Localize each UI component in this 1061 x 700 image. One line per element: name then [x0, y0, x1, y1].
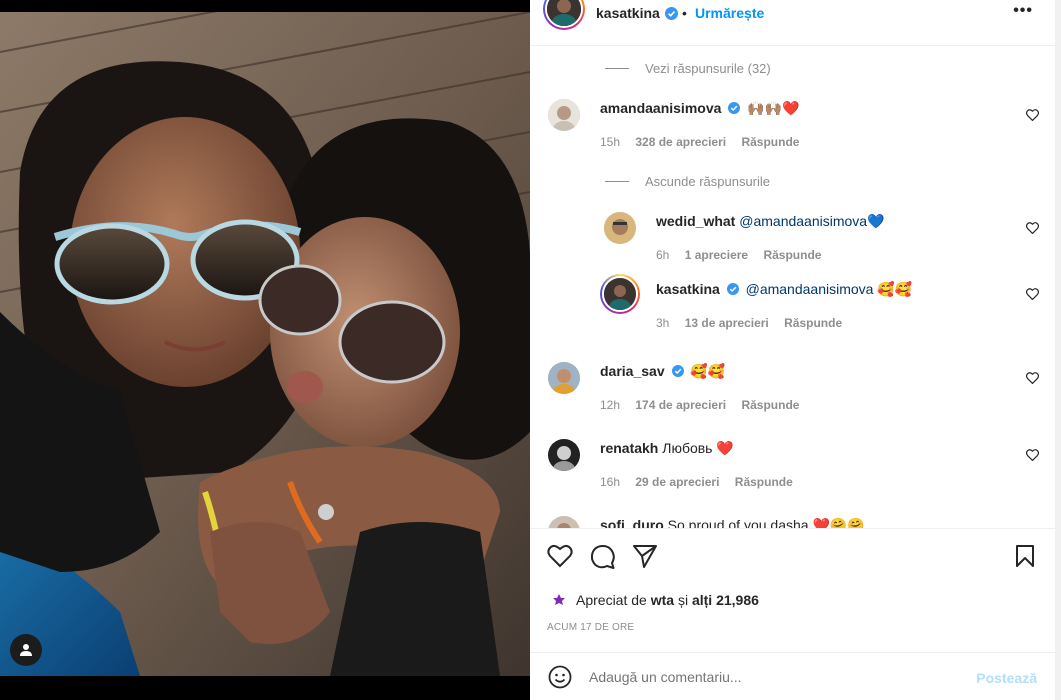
comment-meta: 6h 1 apreciere Răspunde — [656, 248, 833, 262]
avatar[interactable] — [548, 439, 580, 471]
comment-username[interactable]: wedid_what — [656, 213, 735, 229]
verified-badge-icon — [726, 283, 739, 295]
comment-mention[interactable]: @amandaanisimova — [746, 281, 874, 297]
comment-likes[interactable]: 29 de aprecieri — [635, 475, 719, 489]
comment-composer: Postează — [530, 653, 1061, 700]
like-comment-heart-icon[interactable] — [1026, 372, 1039, 384]
comment-username[interactable]: daria_sav — [600, 363, 665, 379]
comment-mention[interactable]: @amandaanisimova — [739, 213, 867, 229]
comment-meta: 12h 174 de aprecieri Răspunde — [600, 398, 811, 412]
comment-body: 💙 — [867, 213, 885, 229]
reply-button[interactable]: Răspunde — [741, 398, 799, 412]
comment-body: Любовь ❤️ — [662, 440, 734, 456]
reply-button[interactable]: Răspunde — [741, 135, 799, 149]
verified-badge-icon — [728, 102, 741, 114]
reply-button[interactable]: Răspunde — [763, 248, 821, 262]
comment-meta: 15h 328 de aprecieri Răspunde — [600, 135, 811, 149]
avatar[interactable] — [604, 212, 636, 244]
reply-button[interactable]: Răspunde — [784, 316, 842, 330]
comment-text: sofi_duro So proud of you dasha ❤️🤗🤗 — [600, 517, 865, 528]
like-comment-heart-icon[interactable] — [1026, 288, 1039, 300]
likes-summary: Apreciat de wta și alți 21,986 — [551, 592, 759, 608]
emoji-icon[interactable] — [548, 665, 572, 689]
comment-time[interactable]: 3h — [656, 316, 669, 330]
comment-item: amandaanisimova 🙌🏽🙌🏽❤️ 15h 328 de apreci… — [548, 99, 1043, 159]
comment-text: kasatkina @amandaanisimova 🥰🥰 — [656, 281, 912, 298]
comment-username[interactable]: kasatkina — [656, 281, 720, 297]
comment-meta: 16h 29 de aprecieri Răspunde — [600, 475, 805, 489]
comment-username[interactable]: renatakh — [600, 440, 658, 456]
post-comment-button[interactable]: Postează — [976, 670, 1037, 686]
user-tag-icon — [20, 644, 32, 656]
comment-item: renatakh Любовь ❤️ 16h 29 de aprecieri R… — [548, 439, 1043, 499]
comment-text: wedid_what @amandaanisimova💙 — [656, 213, 885, 230]
view-replies-label: Vezi răspunsurile (32) — [645, 61, 771, 76]
comments-list[interactable]: Vezi răspunsurile (32) amandaanisimova 🙌… — [530, 45, 1061, 528]
view-replies-toggle[interactable]: Vezi răspunsurile (32) — [605, 61, 771, 76]
photo-top-bar — [0, 0, 530, 12]
replies-line — [605, 181, 629, 182]
likes-and: și — [677, 592, 689, 608]
reply-item: wedid_what @amandaanisimova💙 6h 1 apreci… — [604, 212, 1043, 272]
comment-likes[interactable]: 174 de aprecieri — [635, 398, 726, 412]
comment-item: daria_sav 🥰🥰 12h 174 de aprecieri Răspun… — [548, 362, 1043, 422]
liked-by-avatar-icon[interactable] — [551, 592, 567, 608]
comment-body: 🥰🥰 — [690, 363, 726, 379]
verified-badge-icon — [665, 7, 678, 20]
avatar[interactable] — [548, 362, 580, 394]
replies-line — [605, 68, 629, 69]
avatar[interactable] — [600, 274, 640, 314]
divider — [530, 528, 1061, 529]
comment-likes[interactable]: 328 de aprecieri — [635, 135, 726, 149]
comment-username[interactable]: sofi_duro — [600, 517, 664, 528]
comment-meta: 3h 13 de aprecieri Răspunde — [656, 316, 854, 330]
author-avatar[interactable] — [543, 0, 585, 30]
user-tag-button[interactable] — [10, 634, 42, 666]
comment-body: 🥰🥰 — [877, 281, 913, 297]
author-username[interactable]: kasatkina — [596, 5, 660, 21]
comment-text: daria_sav 🥰🥰 — [600, 363, 725, 380]
post-photo-panel — [0, 0, 530, 700]
comment-time[interactable]: 6h — [656, 248, 669, 262]
reply-item: kasatkina @amandaanisimova 🥰🥰 3h 13 de a… — [600, 274, 1043, 334]
post-photo[interactable] — [0, 12, 530, 676]
verified-badge-icon — [671, 365, 684, 377]
comment-icon[interactable] — [590, 544, 616, 570]
avatar[interactable] — [548, 99, 580, 131]
comment-body: So proud of you dasha ❤️🤗🤗 — [667, 517, 865, 528]
comment-time[interactable]: 12h — [600, 398, 620, 412]
post-details-panel: kasatkina • Urmărește ••• Vezi răspunsur… — [530, 0, 1061, 700]
comment-text: amandaanisimova 🙌🏽🙌🏽❤️ — [600, 100, 799, 117]
more-options-icon[interactable]: ••• — [1013, 2, 1033, 20]
follow-button[interactable]: Urmărește — [695, 5, 764, 21]
comment-body: 🙌🏽🙌🏽❤️ — [747, 100, 800, 116]
separator-dot: • — [682, 5, 687, 21]
share-icon[interactable] — [632, 544, 658, 568]
post-timestamp[interactable]: ACUM 17 DE ORE — [547, 622, 634, 633]
hide-replies-toggle[interactable]: Ascunde răspunsurile — [605, 174, 770, 189]
comment-likes[interactable]: 1 apreciere — [685, 248, 748, 262]
reply-button[interactable]: Răspunde — [735, 475, 793, 489]
comment-text: renatakh Любовь ❤️ — [600, 440, 734, 457]
comment-item: sofi_duro So proud of you dasha ❤️🤗🤗 — [548, 516, 1043, 528]
likes-prefix: Apreciat de — [576, 592, 647, 608]
comment-username[interactable]: amandaanisimova — [600, 100, 721, 116]
post-header: kasatkina • Urmărește ••• — [530, 0, 1061, 30]
bookmark-icon[interactable] — [1015, 544, 1035, 568]
post-actions-bar — [530, 540, 1061, 576]
heart-icon[interactable] — [547, 544, 573, 568]
like-comment-heart-icon[interactable] — [1026, 109, 1039, 121]
like-comment-heart-icon[interactable] — [1026, 222, 1039, 234]
like-comment-heart-icon[interactable] — [1026, 449, 1039, 461]
comment-likes[interactable]: 13 de aprecieri — [685, 316, 769, 330]
liked-by-user[interactable]: wta — [651, 592, 674, 608]
comment-time[interactable]: 15h — [600, 135, 620, 149]
hide-replies-label: Ascunde răspunsurile — [645, 174, 771, 189]
comment-input[interactable] — [589, 669, 949, 685]
comment-time[interactable]: 16h — [600, 475, 620, 489]
avatar[interactable] — [548, 516, 580, 528]
likes-others-count[interactable]: alți 21,986 — [692, 592, 759, 608]
scrollbar[interactable] — [1055, 0, 1061, 700]
